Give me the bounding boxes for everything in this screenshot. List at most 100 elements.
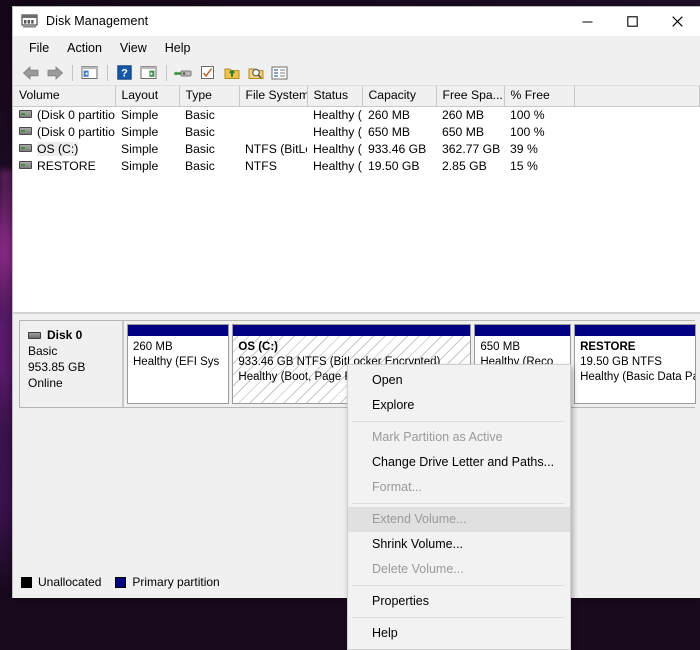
toolbar-separator bbox=[107, 65, 108, 81]
cell-filler bbox=[574, 140, 700, 157]
cell-status: Healthy (R... bbox=[307, 123, 362, 140]
window-title: Disk Management bbox=[46, 14, 148, 28]
context-menu-item-explore[interactable]: Explore bbox=[348, 393, 570, 418]
window-controls bbox=[565, 7, 700, 36]
partition-status: Healthy (Basic Data Partition) bbox=[580, 370, 690, 385]
cell-capacity: 19.50 GB bbox=[362, 157, 436, 174]
maximize-button[interactable] bbox=[610, 7, 655, 36]
partition-color-bar bbox=[233, 325, 470, 336]
table-row[interactable]: (Disk 0 partition 4) Simple Basic Health… bbox=[13, 123, 700, 140]
cell-type: Basic bbox=[179, 157, 239, 174]
cell-volume: RESTORE bbox=[13, 157, 115, 174]
legend-label-unallocated: Unallocated bbox=[38, 575, 101, 589]
disk-management-icon bbox=[21, 13, 39, 29]
cell-percent-free: 39 % bbox=[504, 140, 574, 157]
table-row[interactable]: RESTORE Simple Basic NTFS Healthy (B... … bbox=[13, 157, 700, 174]
disk-name-row: Disk 0 bbox=[28, 327, 122, 343]
drive-icon bbox=[19, 110, 32, 118]
table-row[interactable]: (Disk 0 partition 1) Simple Basic Health… bbox=[13, 106, 700, 123]
disk-type: Basic bbox=[28, 343, 122, 359]
partition-color-bar bbox=[575, 325, 695, 336]
drive-icon bbox=[19, 144, 32, 152]
cell-layout: Simple bbox=[115, 140, 179, 157]
volume-table: Volume Layout Type File System Status Ca… bbox=[13, 86, 700, 174]
column-header-volume[interactable]: Volume bbox=[13, 86, 115, 106]
minimize-button[interactable] bbox=[565, 7, 610, 36]
cell-layout: Simple bbox=[115, 157, 179, 174]
cell-status: Healthy (B... bbox=[307, 140, 362, 157]
show-hide-action-pane-icon[interactable] bbox=[137, 62, 160, 84]
context-menu-item-open[interactable]: Open bbox=[348, 368, 570, 393]
partition-efi[interactable]: 260 MB Healthy (EFI Sys bbox=[127, 324, 229, 404]
drive-icon bbox=[19, 127, 32, 135]
column-header-type[interactable]: Type bbox=[179, 86, 239, 106]
cell-file-system bbox=[239, 106, 307, 123]
volume-table-header-row: Volume Layout Type File System Status Ca… bbox=[13, 86, 700, 106]
cell-type: Basic bbox=[179, 106, 239, 123]
cell-volume: OS (C:) bbox=[13, 140, 115, 157]
export-list-icon[interactable] bbox=[220, 62, 243, 84]
cell-type: Basic bbox=[179, 140, 239, 157]
context-menu-item-properties[interactable]: Properties bbox=[348, 589, 570, 614]
cell-file-system bbox=[239, 123, 307, 140]
detail-view-icon[interactable] bbox=[268, 62, 291, 84]
context-menu-item-shrink-volume[interactable]: Shrink Volume... bbox=[348, 532, 570, 557]
menu-view[interactable]: View bbox=[112, 39, 155, 57]
help-icon[interactable]: ? bbox=[113, 62, 136, 84]
cell-volume: (Disk 0 partition 1) bbox=[13, 106, 115, 123]
partition-context-menu: Open Explore Mark Partition as Active Ch… bbox=[347, 364, 571, 650]
partition-color-bar bbox=[475, 325, 570, 336]
partition-body: 260 MB Healthy (EFI Sys bbox=[128, 336, 228, 403]
toolbar: ? bbox=[13, 60, 700, 86]
context-menu-item-mark-partition-as-active: Mark Partition as Active bbox=[348, 425, 570, 450]
table-row[interactable]: OS (C:) Simple Basic NTFS (BitLo... Heal… bbox=[13, 140, 700, 157]
menu-file[interactable]: File bbox=[21, 39, 57, 57]
close-button[interactable] bbox=[655, 7, 700, 36]
disk-legend: Unallocated Primary partition bbox=[21, 575, 220, 589]
column-header-file-system[interactable]: File System bbox=[239, 86, 307, 106]
menu-help[interactable]: Help bbox=[157, 39, 199, 57]
legend-swatch-unallocated bbox=[21, 577, 32, 588]
forward-arrow-icon[interactable] bbox=[43, 62, 66, 84]
disk-management-window: Disk Management File Action View Help bbox=[12, 6, 700, 598]
column-header-status[interactable]: Status bbox=[307, 86, 362, 106]
svg-text:?: ? bbox=[121, 68, 128, 80]
cell-file-system: NTFS bbox=[239, 157, 307, 174]
find-icon[interactable] bbox=[244, 62, 267, 84]
menu-action[interactable]: Action bbox=[59, 39, 110, 57]
partition-size: 260 MB bbox=[133, 340, 223, 355]
context-menu-item-delete-volume: Delete Volume... bbox=[348, 557, 570, 582]
context-menu-item-help[interactable]: Help bbox=[348, 621, 570, 646]
toolbar-separator bbox=[166, 65, 167, 81]
cell-capacity: 933.46 GB bbox=[362, 140, 436, 157]
show-hide-console-tree-icon[interactable] bbox=[78, 62, 101, 84]
cell-percent-free: 100 % bbox=[504, 106, 574, 123]
drive-icon bbox=[19, 161, 32, 169]
disk-info-panel[interactable]: Disk 0 Basic 953.85 GB Online bbox=[20, 321, 124, 407]
rescan-disks-icon[interactable] bbox=[172, 62, 195, 84]
cell-layout: Simple bbox=[115, 123, 179, 140]
column-header-free-space[interactable]: Free Spa... bbox=[436, 86, 504, 106]
cell-free-space: 260 MB bbox=[436, 106, 504, 123]
context-menu-item-change-drive-letter-and-paths[interactable]: Change Drive Letter and Paths... bbox=[348, 450, 570, 475]
back-arrow-icon[interactable] bbox=[19, 62, 42, 84]
cell-capacity: 650 MB bbox=[362, 123, 436, 140]
cell-free-space: 2.85 GB bbox=[436, 157, 504, 174]
partition-status: Healthy (EFI Sys bbox=[133, 355, 223, 370]
cell-filler bbox=[574, 123, 700, 140]
cell-layout: Simple bbox=[115, 106, 179, 123]
context-menu-separator bbox=[352, 617, 564, 618]
column-header-layout[interactable]: Layout bbox=[115, 86, 179, 106]
partition-label: RESTORE bbox=[580, 341, 635, 353]
column-header-capacity[interactable]: Capacity bbox=[362, 86, 436, 106]
cell-volume: (Disk 0 partition 4) bbox=[13, 123, 115, 140]
column-header-percent-free[interactable]: % Free bbox=[504, 86, 574, 106]
disk-size: 953.85 GB bbox=[28, 359, 122, 375]
volume-list-pane: Volume Layout Type File System Status Ca… bbox=[13, 86, 700, 314]
disk-icon bbox=[28, 332, 41, 339]
partition-restore[interactable]: RESTORE 19.50 GB NTFS Healthy (Basic Dat… bbox=[574, 324, 696, 404]
context-menu-separator bbox=[352, 585, 564, 586]
cell-status: Healthy (B... bbox=[307, 157, 362, 174]
properties-icon[interactable] bbox=[196, 62, 219, 84]
cell-status: Healthy (E... bbox=[307, 106, 362, 123]
